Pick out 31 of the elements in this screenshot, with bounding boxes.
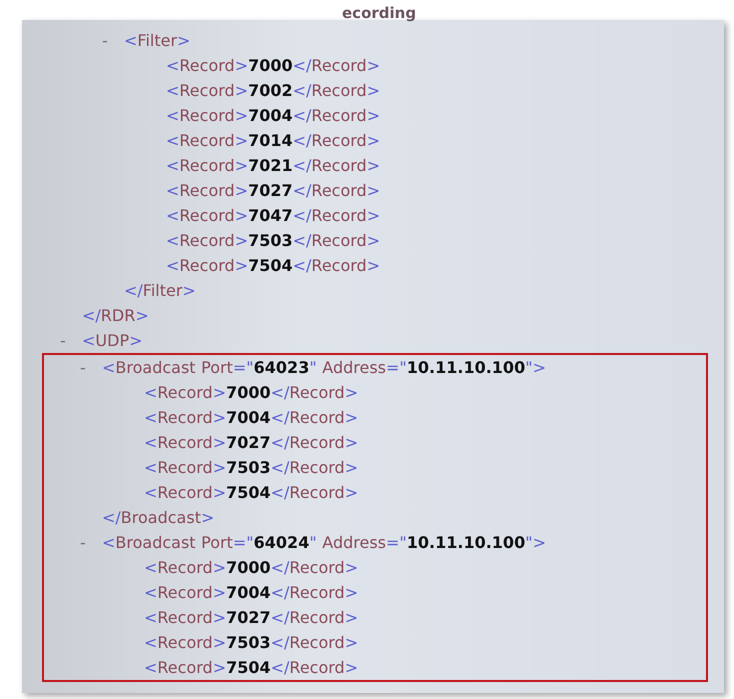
xml-line: </Broadcast> <box>102 508 214 527</box>
collapse-toggle[interactable]: - <box>80 358 86 377</box>
xml-line: <Record>7504</Record> <box>144 658 358 677</box>
xml-line: <Broadcast Port="64024" Address="10.11.10.100"> <box>102 533 546 552</box>
xml-line: <Record>7047</Record> <box>166 206 380 225</box>
xml-line: <Record>7504</Record> <box>144 483 358 502</box>
xml-line: <Record>7000</Record> <box>144 558 358 577</box>
xml-line: <Record>7004</Record> <box>144 583 358 602</box>
xml-line: <Record>7014</Record> <box>166 131 380 150</box>
xml-line: <UDP> <box>82 331 142 350</box>
xml-line: <Record>7004</Record> <box>144 408 358 427</box>
xml-line: <Record>7021</Record> <box>166 156 380 175</box>
xml-line: <Record>7002</Record> <box>166 81 380 100</box>
xml-line: <Record>7503</Record> <box>144 633 358 652</box>
xml-line: <Record>7027</Record> <box>166 181 380 200</box>
xml-line: </Filter> <box>124 281 196 300</box>
collapse-toggle[interactable]: - <box>80 533 86 552</box>
xml-line: <Record>7004</Record> <box>166 106 380 125</box>
heading-fragment: ecording <box>342 4 416 22</box>
xml-line: </RDR> <box>82 306 149 325</box>
collapse-toggle[interactable]: - <box>102 31 108 50</box>
xml-line: <Record>7027</Record> <box>144 608 358 627</box>
xml-line: <Record>7027</Record> <box>144 433 358 452</box>
xml-line: <Filter> <box>124 31 190 50</box>
xml-line: <Record>7000</Record> <box>166 56 380 75</box>
collapse-toggle[interactable]: - <box>60 331 66 350</box>
xml-line: <Broadcast Port="64023" Address="10.11.10.100"> <box>102 358 546 377</box>
xml-line: <Record>7504</Record> <box>166 256 380 275</box>
xml-line: <Record>7000</Record> <box>144 383 358 402</box>
xml-line: <Record>7503</Record> <box>166 231 380 250</box>
xml-line: <Record>7503</Record> <box>144 458 358 477</box>
